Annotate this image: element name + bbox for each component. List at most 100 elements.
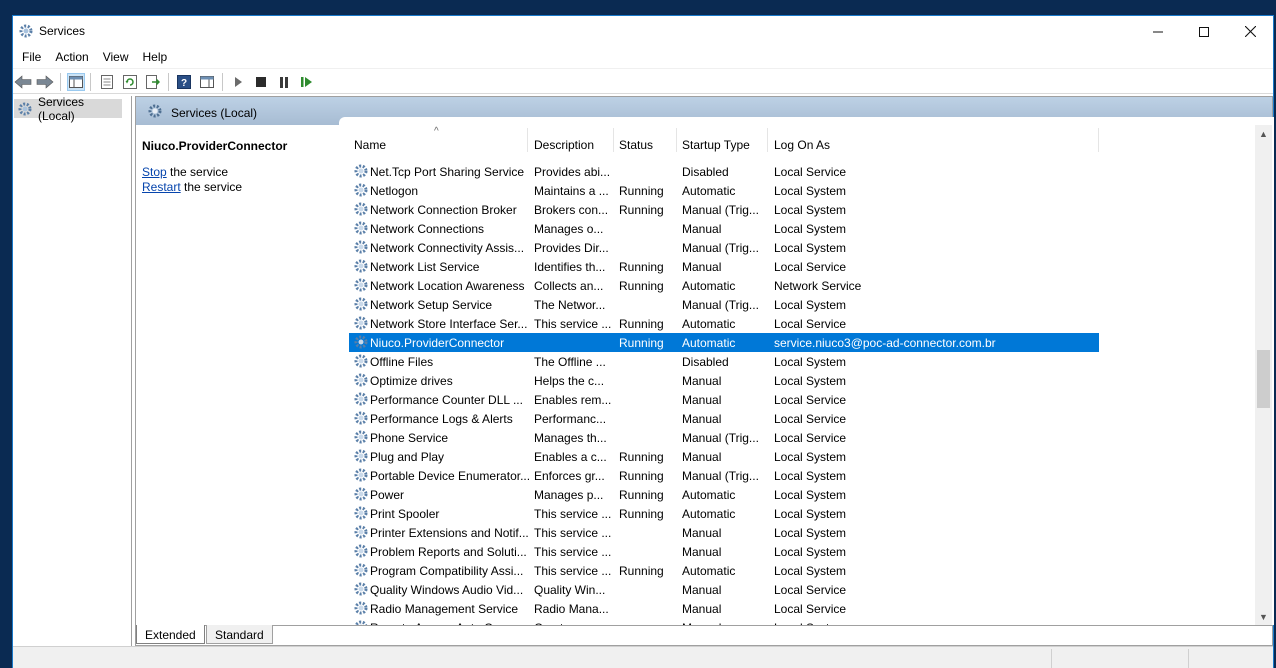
column-divider[interactable]: [527, 128, 528, 152]
service-row[interactable]: Network Connection Broker Brokers con... R…: [349, 200, 1099, 219]
service-row[interactable]: Niuco.ProviderConnector Running Automatic s…: [349, 333, 1099, 352]
menu-view[interactable]: View: [96, 47, 136, 67]
back-arrow-icon[interactable]: [14, 73, 32, 91]
service-gear-icon: [353, 353, 369, 369]
cell-startup-type: Manual (Trig...: [682, 298, 759, 312]
forward-arrow-icon[interactable]: [36, 73, 54, 91]
service-row[interactable]: Performance Logs & Alerts Performanc... Ma…: [349, 409, 1099, 428]
stop-link[interactable]: Stop: [142, 165, 167, 179]
tree-item-services-local[interactable]: Services (Local): [14, 95, 122, 123]
cell-log-on-as: Local System: [774, 203, 847, 217]
service-row[interactable]: Printer Extensions and Notif... This serv…: [349, 523, 1099, 542]
cell-name: Offline Files: [370, 355, 434, 369]
cell-description: Manages th...: [534, 431, 607, 445]
column-header-status[interactable]: Status: [619, 138, 653, 152]
cell-log-on-as: Local Service: [774, 583, 847, 597]
cell-startup-type: Manual (Trig...: [682, 431, 759, 445]
refresh-icon[interactable]: [121, 73, 139, 91]
service-row[interactable]: Network Connections Manages o... Manual Loc…: [349, 219, 1099, 238]
cell-description: Performanc...: [534, 412, 607, 426]
show-hide-console-tree-icon[interactable]: [67, 73, 85, 91]
service-gear-icon: [353, 296, 369, 312]
service-row[interactable]: Phone Service Manages th... Manual (Trig..…: [349, 428, 1099, 447]
service-row[interactable]: Net.Tcp Port Sharing Service Provides abi…: [349, 162, 1099, 181]
cell-log-on-as: Local Service: [774, 260, 847, 274]
service-row[interactable]: Network Location Awareness Collects an...…: [349, 276, 1099, 295]
scroll-up-icon[interactable]: ▲: [1255, 125, 1272, 142]
column-header-description[interactable]: Description: [534, 138, 594, 152]
tab-extended[interactable]: Extended: [136, 625, 205, 644]
cell-log-on-as: Local Service: [774, 165, 847, 179]
service-row[interactable]: Network Store Interface Ser... This servi…: [349, 314, 1099, 333]
cell-startup-type: Manual: [682, 222, 722, 236]
column-header-name[interactable]: Name: [354, 138, 386, 152]
cell-name: Niuco.ProviderConnector: [370, 336, 505, 350]
service-row[interactable]: Radio Management Service Radio Mana... Man…: [349, 599, 1099, 618]
svg-text:?: ?: [181, 78, 187, 89]
service-row[interactable]: Remote Access Auto Conne...Creates a co.…: [349, 618, 1099, 625]
cell-name: Optimize drives: [370, 374, 453, 388]
service-gear-icon: [353, 562, 369, 578]
service-row[interactable]: Network Connectivity Assis... Provides Di…: [349, 238, 1099, 257]
cell-name: Netlogon: [370, 184, 419, 198]
restart-link[interactable]: Restart: [142, 180, 181, 194]
stop-service-line: Stop the service: [142, 165, 228, 179]
selected-service-name: Niuco.ProviderConnector: [142, 139, 288, 153]
column-divider[interactable]: [613, 128, 614, 152]
tab-standard[interactable]: Standard: [206, 625, 273, 644]
service-row[interactable]: Performance Counter DLL ... Enables rem..…: [349, 390, 1099, 409]
status-divider: [1188, 649, 1189, 668]
export-list-icon[interactable]: [144, 73, 162, 91]
cell-description: Collects an...: [534, 279, 604, 293]
cell-log-on-as: Local System: [774, 469, 847, 483]
close-button[interactable]: [1227, 16, 1273, 47]
service-row[interactable]: Print Spooler This service ... Running Auto…: [349, 504, 1099, 523]
menu-action[interactable]: Action: [48, 47, 95, 67]
pause-service-icon[interactable]: [275, 73, 293, 91]
restart-service-icon[interactable]: [298, 73, 316, 91]
service-row[interactable]: Program Compatibility Assi... This servic…: [349, 561, 1099, 580]
cell-log-on-as: Local System: [774, 450, 847, 464]
cell-description: Provides abi...: [534, 165, 611, 179]
start-service-icon[interactable]: [229, 73, 247, 91]
cell-name: Network Location Awareness: [370, 279, 525, 293]
window-title: Services: [39, 24, 86, 38]
cell-name: Problem Reports and Soluti...: [370, 545, 527, 559]
cell-startup-type: Automatic: [682, 317, 736, 331]
menu-bar: File Action View Help: [13, 47, 1273, 67]
service-row[interactable]: Problem Reports and Soluti... This servic…: [349, 542, 1099, 561]
cell-name: Quality Windows Audio Vid...: [370, 583, 524, 597]
stop-service-icon[interactable]: [252, 73, 270, 91]
help-icon[interactable]: ?: [175, 73, 193, 91]
column-header-startup-type[interactable]: Startup Type: [682, 138, 750, 152]
cell-startup-type: Manual: [682, 450, 722, 464]
menu-help[interactable]: Help: [136, 47, 175, 67]
service-row[interactable]: Network List Service Identifies th... Runn…: [349, 257, 1099, 276]
column-divider[interactable]: [1098, 128, 1099, 152]
column-divider[interactable]: [676, 128, 677, 152]
minimize-button[interactable]: [1135, 16, 1181, 47]
vertical-scrollbar[interactable]: ▲ ▼: [1255, 125, 1272, 625]
service-gear-icon: [353, 334, 369, 350]
service-row[interactable]: Optimize drives Helps the c... Manual Local…: [349, 371, 1099, 390]
column-header-log-on-as[interactable]: Log On As: [774, 138, 830, 152]
properties-icon[interactable]: [98, 73, 116, 91]
service-row[interactable]: Quality Windows Audio Vid... Quality Win.…: [349, 580, 1099, 599]
title-bar[interactable]: Services: [13, 16, 1273, 47]
service-row[interactable]: Portable Device Enumerator... Enforces gr…: [349, 466, 1099, 485]
cell-startup-type: Disabled: [682, 165, 729, 179]
service-row[interactable]: Plug and Play Enables a c... Running Manual…: [349, 447, 1099, 466]
service-row[interactable]: Network Setup Service The Networ... Manual…: [349, 295, 1099, 314]
menu-file[interactable]: File: [15, 47, 48, 67]
service-gear-icon: [353, 182, 369, 198]
service-row[interactable]: Power Manages p... Running Automatic Local S…: [349, 485, 1099, 504]
column-divider[interactable]: [767, 128, 768, 152]
scroll-thumb[interactable]: [1257, 350, 1270, 408]
action-pane-icon[interactable]: [198, 73, 216, 91]
scroll-down-icon[interactable]: ▼: [1255, 608, 1272, 625]
cell-status: Running: [619, 564, 664, 578]
service-row[interactable]: Netlogon Maintains a ... Running Automatic L…: [349, 181, 1099, 200]
maximize-button[interactable]: [1181, 16, 1227, 47]
service-row[interactable]: Offline Files The Offline ... Disabled Loca…: [349, 352, 1099, 371]
service-gear-icon: [353, 524, 369, 540]
